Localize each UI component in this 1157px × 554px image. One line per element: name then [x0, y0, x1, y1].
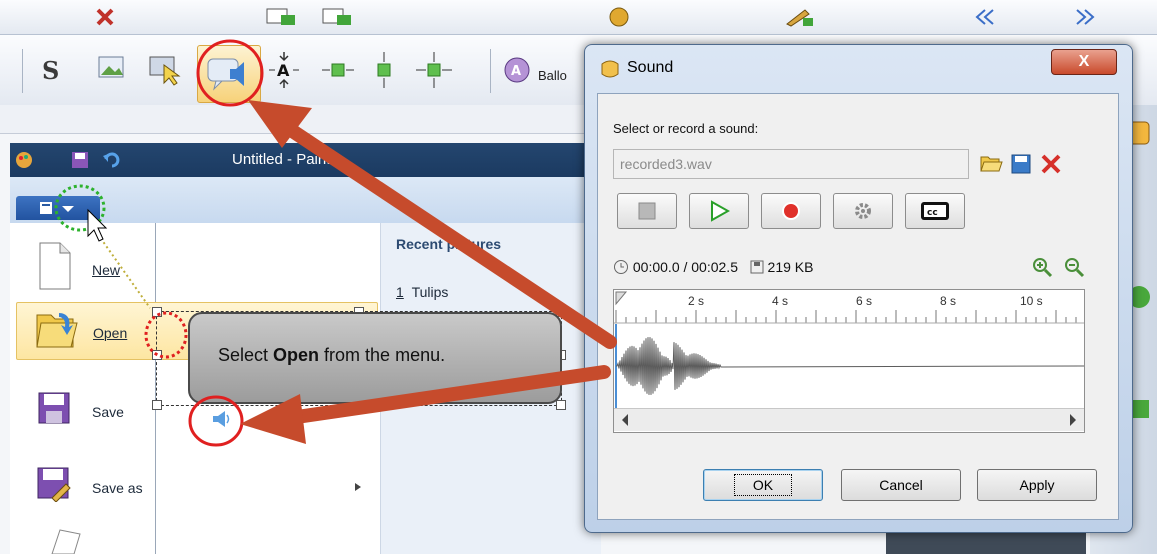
menu-item-new[interactable]: New [16, 240, 376, 296]
spell-check-icon[interactable]: S [42, 56, 59, 85]
settings-button[interactable] [833, 193, 893, 229]
new-document-icon [32, 240, 76, 292]
menu-item-label: Open [93, 325, 128, 341]
save-as-icon [34, 464, 74, 504]
cancel-label: Cancel [879, 477, 923, 493]
sound-dialog-icon [597, 57, 623, 81]
time-readout: 00:00.0 / 00:02.5 [632, 259, 738, 275]
menu-item-label: Save as [92, 480, 143, 496]
time-ruler [614, 291, 1084, 324]
open-folder-icon [31, 305, 81, 355]
resize-handle[interactable] [152, 350, 162, 360]
waveform [615, 324, 1084, 408]
tick-label: 2 s [688, 294, 705, 308]
sound-marker-icon[interactable] [206, 406, 236, 432]
resize-handle[interactable] [152, 400, 162, 410]
apply-label: Apply [1019, 477, 1055, 493]
insert-icon[interactable] [318, 4, 358, 30]
callout-balloon[interactable]: Select Open from the menu. [188, 312, 562, 404]
close-button[interactable]: X [1051, 49, 1117, 75]
text-align-center-icon[interactable]: A [264, 48, 304, 92]
save-icon [34, 388, 74, 428]
zoom-in-icon[interactable] [1029, 255, 1055, 279]
stop-icon [638, 202, 656, 220]
align-horizontal-icon[interactable] [318, 56, 358, 84]
toolbar-divider [22, 49, 23, 93]
toolbar-divider [490, 49, 491, 93]
zoom-out-icon[interactable] [1061, 255, 1087, 279]
callout-text-end: from the menu. [319, 345, 446, 365]
resize-handle[interactable] [556, 400, 566, 410]
undo-icon[interactable] [100, 149, 124, 171]
align-center-icon[interactable] [412, 48, 456, 92]
cancel-button[interactable]: Cancel [841, 469, 961, 501]
play-icon [711, 200, 730, 222]
balloon-icon[interactable]: A [500, 54, 534, 88]
blank-page-icon [44, 528, 84, 554]
sound-dialog: Sound X Select or record a sound: record… [584, 44, 1133, 533]
scroll-right-icon[interactable] [1068, 413, 1078, 427]
svg-text:A: A [277, 61, 290, 80]
apply-button[interactable]: Apply [977, 469, 1097, 501]
sound-file-field[interactable]: recorded3.wav [613, 149, 969, 179]
close-icon: X [1078, 53, 1090, 70]
recent-picture-item[interactable]: 1 Tulips [396, 284, 448, 300]
select-sound-label: Select or record a sound: [613, 121, 759, 136]
closed-captions-button[interactable]: cc [905, 193, 965, 229]
paint-title-bar: Untitled - Paint [10, 143, 600, 177]
delete-icon[interactable] [1037, 151, 1065, 177]
clock-icon [614, 260, 628, 274]
color-icon[interactable] [604, 4, 634, 30]
paint-window-title: Untitled - Paint [232, 151, 331, 168]
tick-label: 4 s [772, 294, 789, 308]
nav-next-icon[interactable] [1070, 4, 1100, 30]
open-folder-icon[interactable] [977, 151, 1005, 177]
tick-label: 10 s [1020, 294, 1043, 308]
menu-item-label: Save [92, 404, 124, 420]
dialog-title: Sound [627, 59, 674, 76]
file-size-icon [750, 260, 764, 274]
scroll-left-icon[interactable] [620, 413, 630, 427]
pencil-icon[interactable] [780, 4, 820, 30]
cursor-highlight-icon[interactable] [146, 52, 186, 88]
nav-first-icon[interactable] [972, 4, 1002, 30]
submenu-arrow-icon [352, 480, 364, 494]
closed-captions-icon: cc [921, 202, 949, 220]
sound-bubble-icon[interactable] [204, 54, 252, 94]
menu-item-save-as[interactable]: Save as [16, 458, 376, 514]
stop-button[interactable] [617, 193, 677, 229]
top-toolbar [0, 0, 1157, 35]
callout-text: Select Open from the menu. [218, 345, 445, 366]
tick-label: 6 s [856, 294, 873, 308]
image-icon[interactable] [94, 52, 128, 84]
balloon-label[interactable]: Ballo [538, 68, 567, 83]
ok-button[interactable]: OK [703, 469, 823, 501]
close-icon[interactable] [90, 4, 120, 30]
waveform-view[interactable]: 2 s 4 s 6 s 8 s 10 s [613, 289, 1085, 433]
callout-text-bold: Open [273, 345, 320, 365]
recent-pictures-heading: Recent pictures [396, 236, 502, 252]
ok-label: OK [733, 474, 793, 496]
paint-app-icon [12, 149, 36, 171]
resize-handle[interactable] [152, 307, 162, 317]
recent-item-number: 1 [396, 284, 404, 300]
record-icon [782, 202, 800, 220]
svg-text:A: A [511, 64, 521, 79]
paint-file-menu-button[interactable] [16, 196, 100, 220]
save-icon[interactable] [1007, 151, 1035, 177]
recent-item-name: Tulips [411, 284, 449, 300]
menu-item-label: New [92, 262, 121, 278]
play-button[interactable] [689, 193, 749, 229]
save-icon[interactable] [68, 149, 92, 171]
svg-text:cc: cc [927, 208, 938, 218]
insert-icon[interactable] [262, 4, 302, 30]
playback-info: 00:00.0 / 00:02.5 219 KB [613, 259, 813, 275]
tick-label: 8 s [940, 294, 957, 308]
size-readout: 219 KB [767, 259, 814, 275]
align-vertical-icon[interactable] [366, 48, 402, 92]
gear-icon [855, 203, 871, 219]
record-button[interactable] [761, 193, 821, 229]
waveform-scrollbar[interactable] [614, 408, 1084, 431]
callout-text-start: Select [218, 345, 274, 365]
